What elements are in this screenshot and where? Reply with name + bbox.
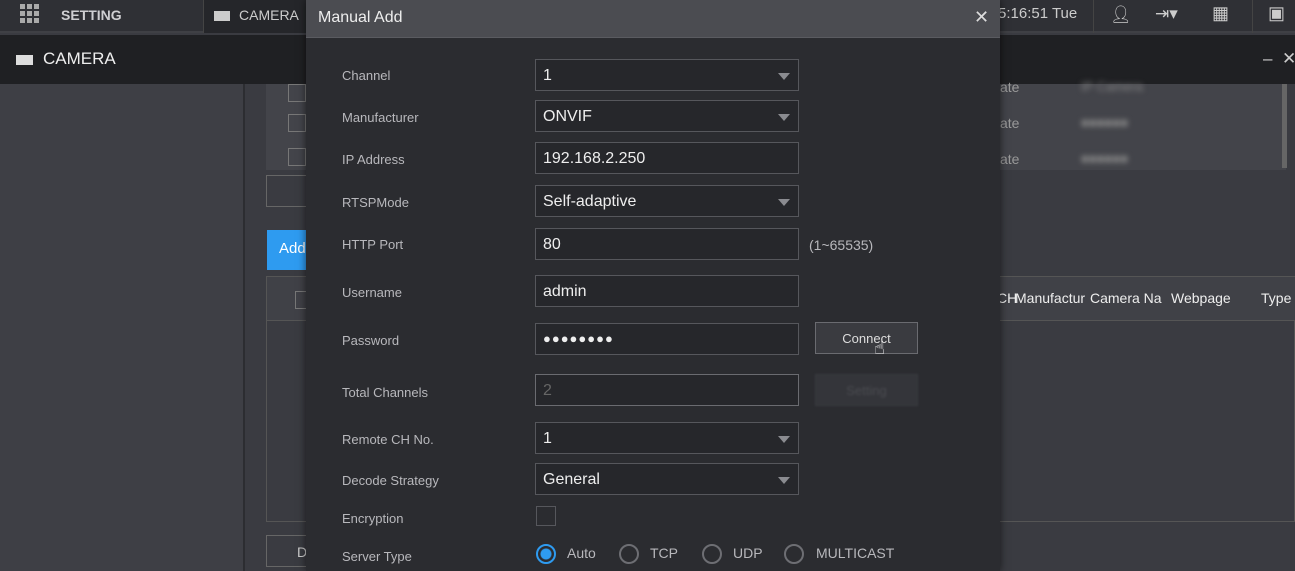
logout-icon[interactable]: ⇥▾ xyxy=(1155,4,1178,24)
password-input[interactable]: ●●●●●●●● xyxy=(535,323,799,355)
close-button[interactable]: ✕ xyxy=(1282,49,1295,69)
http-port-input[interactable]: 80 xyxy=(535,228,799,260)
username-input[interactable]: admin xyxy=(535,275,799,307)
grid-icon[interactable] xyxy=(20,3,40,23)
minimize-button[interactable]: – xyxy=(1263,49,1272,69)
clock: 5:16:51 Tue xyxy=(998,5,1078,22)
server-type-tcp-radio[interactable] xyxy=(619,544,639,564)
monitor-icon[interactable]: ▣ xyxy=(1268,3,1285,24)
setting-menu[interactable]: SETTING xyxy=(61,7,122,23)
remote-ch-select[interactable]: 1 xyxy=(535,422,799,454)
add-button[interactable]: Add xyxy=(267,230,311,270)
rtsp-mode-select[interactable]: Self-adaptive xyxy=(535,185,799,217)
setting-button: Setting xyxy=(815,374,918,406)
manual-add-dialog: Manual Add ✕ Channel 1 Manufacturer ONVI… xyxy=(306,0,1000,571)
chevron-down-icon xyxy=(778,114,790,121)
chevron-down-icon xyxy=(778,477,790,484)
dialog-title: Manual Add xyxy=(318,9,403,26)
scrollbar[interactable] xyxy=(1282,84,1287,168)
row-checkbox[interactable] xyxy=(288,84,306,102)
server-type-auto-radio[interactable] xyxy=(536,544,556,564)
user-icon[interactable]: 👤︎ xyxy=(1110,5,1132,25)
page-title: CAMERA xyxy=(43,49,116,68)
camera-icon xyxy=(16,55,33,65)
encryption-checkbox[interactable] xyxy=(536,506,556,526)
qr-icon[interactable]: ▦ xyxy=(1212,3,1229,24)
cursor-hand-icon: ☝︎ xyxy=(874,338,885,358)
manufacturer-select[interactable]: ONVIF xyxy=(535,100,799,132)
server-type-multicast-radio[interactable] xyxy=(784,544,804,564)
search-button[interactable] xyxy=(266,175,310,207)
left-panel xyxy=(0,84,245,571)
camera-icon xyxy=(214,11,230,21)
channel-select[interactable]: 1 xyxy=(535,59,799,91)
connect-button[interactable]: Connect xyxy=(815,322,918,354)
server-type-udp-radio[interactable] xyxy=(702,544,722,564)
tab-camera[interactable]: CAMERA xyxy=(203,0,307,33)
decode-strategy-select[interactable]: General xyxy=(535,463,799,495)
row-checkbox[interactable] xyxy=(288,114,306,132)
ip-address-input[interactable]: 192.168.2.250 xyxy=(535,142,799,174)
row-checkbox[interactable] xyxy=(288,148,306,166)
chevron-down-icon xyxy=(778,436,790,443)
chevron-down-icon xyxy=(778,199,790,206)
close-icon[interactable]: ✕ xyxy=(974,7,989,28)
chevron-down-icon xyxy=(778,73,790,80)
port-range-hint: (1~65535) xyxy=(809,237,874,253)
total-channels-input: 2 xyxy=(535,374,799,406)
